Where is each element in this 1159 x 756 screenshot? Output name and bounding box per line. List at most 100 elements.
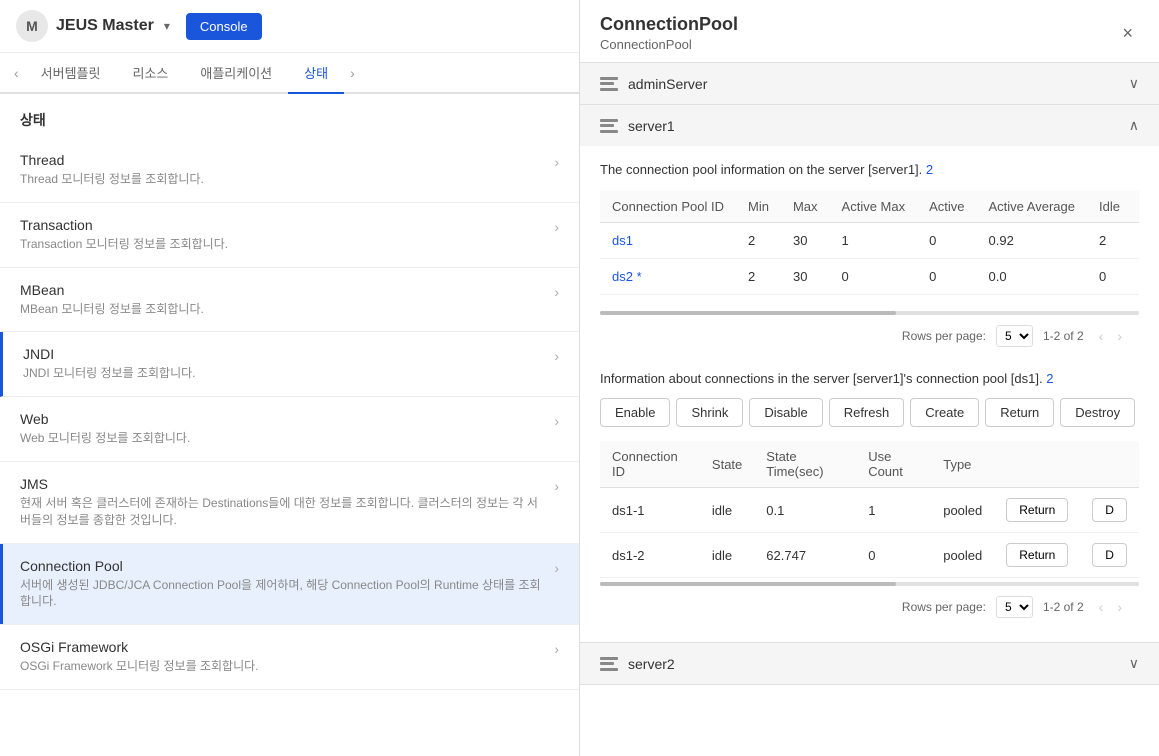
menu-item-mbean[interactable]: MBean MBean 모니터링 정보를 조회합니다. › — [0, 268, 579, 333]
menu-item-osgi-arrow: › — [554, 641, 559, 657]
menu-item-web[interactable]: Web Web 모니터링 정보를 조회합니다. › — [0, 397, 579, 462]
pool-info-count: 2 — [926, 162, 933, 177]
conn-d-button-ds1-1[interactable]: D — [1092, 498, 1127, 522]
return-button[interactable]: Return — [985, 398, 1054, 427]
pool-d-ds1: 0 — [1132, 223, 1139, 259]
menu-item-osgi[interactable]: OSGi Framework OSGi Framework 모니터링 정보를 조… — [0, 625, 579, 690]
conn-type-ds1-2: pooled — [931, 533, 994, 578]
menu-item-jndi-arrow: › — [554, 348, 559, 364]
section-title: 상태 — [0, 94, 579, 138]
conn-state-ds1-1: idle — [700, 488, 754, 533]
nav-prev-arrow[interactable]: ‹ — [8, 57, 25, 89]
server-name-server1: server1 — [628, 118, 675, 134]
shrink-button[interactable]: Shrink — [676, 398, 743, 427]
chevron-down-icon-admin: ∨ — [1129, 75, 1139, 92]
menu-item-thread-arrow: › — [554, 154, 559, 170]
menu-item-jms[interactable]: JMS 현재 서버 혹은 클러스터에 존재하는 Destinations들에 대… — [0, 462, 579, 544]
conn-page-size-select[interactable]: 5 — [996, 596, 1033, 618]
pool-page-size-select[interactable]: 5 — [996, 325, 1033, 347]
right-header: ConnectionPool ConnectionPool × — [580, 0, 1159, 63]
connection-info-text: Information about connections in the ser… — [600, 371, 1139, 386]
table-row: ds1-2 idle 62.747 0 pooled Return D — [600, 533, 1139, 578]
left-panel: M JEUS Master ▾ Console ‹ 서버템플릿 리소스 애플리케… — [0, 0, 580, 756]
pool-info-text: The connection pool information on the s… — [600, 162, 1139, 177]
menu-item-jndi[interactable]: JNDI JNDI 모니터링 정보를 조회합니다. › — [0, 332, 579, 397]
right-panel: ConnectionPool ConnectionPool × adminSer… — [580, 0, 1159, 756]
pool-d-ds2: 0 — [1132, 259, 1139, 295]
connection-info-count: 2 — [1046, 371, 1053, 386]
server-header-server2[interactable]: server2 ∨ — [580, 643, 1159, 684]
menu-item-connection-pool-title: Connection Pool — [20, 558, 546, 574]
menu-item-connection-pool-desc: 서버에 생성된 JDBC/JCA Connection Pool을 제어하며, … — [20, 577, 546, 611]
conn-use-count-ds1-2: 0 — [856, 533, 931, 578]
server-body-server1: The connection pool information on the s… — [580, 146, 1159, 642]
conn-use-count-ds1-1: 1 — [856, 488, 931, 533]
conn-d-button-ds1-2[interactable]: D — [1092, 543, 1127, 567]
col-min: Min — [736, 191, 781, 223]
top-bar: M JEUS Master ▾ Console — [0, 0, 579, 53]
server-header-server1[interactable]: server1 ∧ — [580, 105, 1159, 146]
right-subtitle: ConnectionPool — [600, 37, 738, 52]
pool-active-max-ds2: 0 — [830, 259, 918, 295]
menu-item-transaction-arrow: › — [554, 219, 559, 235]
enable-button[interactable]: Enable — [600, 398, 670, 427]
create-button[interactable]: Create — [910, 398, 979, 427]
app-logo: M — [16, 10, 48, 42]
close-button[interactable]: × — [1116, 21, 1139, 46]
tab-application[interactable]: 애플리케이션 — [184, 53, 288, 94]
menu-item-thread[interactable]: Thread Thread 모니터링 정보를 조회합니다. › — [0, 138, 579, 203]
disable-button[interactable]: Disable — [749, 398, 822, 427]
menu-item-jms-arrow: › — [554, 478, 559, 494]
col-connection-pool-id: Connection Pool ID — [600, 191, 736, 223]
destroy-button[interactable]: Destroy — [1060, 398, 1135, 427]
server-section-admin: adminServer ∨ — [580, 63, 1159, 105]
conn-state-time-ds1-2: 62.747 — [754, 533, 856, 578]
menu-item-thread-title: Thread — [20, 152, 546, 168]
pool-idle-ds2: 0 — [1087, 259, 1132, 295]
menu-item-mbean-arrow: › — [554, 284, 559, 300]
menu-item-jndi-title: JNDI — [23, 346, 546, 362]
tab-resources[interactable]: 리소스 — [116, 53, 184, 94]
conn-next-page-button[interactable]: › — [1112, 597, 1127, 617]
conn-id-ds1-2: ds1-2 — [600, 533, 700, 578]
conn-rows-per-page-label: Rows per page: — [902, 600, 986, 614]
conn-page-info: 1-2 of 2 — [1043, 600, 1084, 614]
conn-table-footer: Rows per page: 5 1-2 of 2 ‹ › — [600, 588, 1139, 626]
pool-prev-page-button[interactable]: ‹ — [1094, 326, 1109, 346]
conn-id-ds1-1: ds1-1 — [600, 488, 700, 533]
action-buttons: Enable Shrink Disable Refresh Create Ret… — [600, 398, 1139, 427]
conn-prev-page-button[interactable]: ‹ — [1094, 597, 1109, 617]
dropdown-icon[interactable]: ▾ — [164, 19, 170, 33]
tab-status[interactable]: 상태 — [288, 53, 344, 94]
menu-item-transaction-desc: Transaction 모니터링 정보를 조회합니다. — [20, 236, 546, 253]
pool-id-ds1[interactable]: ds1 — [612, 233, 633, 248]
server-icon-server1 — [600, 119, 618, 133]
conn-return-button-ds1-2[interactable]: Return — [1006, 543, 1068, 567]
pool-next-page-button[interactable]: › — [1112, 326, 1127, 346]
pool-page-nav: ‹ › — [1094, 326, 1127, 346]
tab-server-template[interactable]: 서버템플릿 — [25, 53, 117, 94]
console-button[interactable]: Console — [186, 13, 262, 40]
pool-table: Connection Pool ID Min Max Active Max Ac… — [600, 191, 1139, 295]
col-return-action — [994, 441, 1080, 488]
conn-return-button-ds1-1[interactable]: Return — [1006, 498, 1068, 522]
refresh-button[interactable]: Refresh — [829, 398, 905, 427]
right-title: ConnectionPool — [600, 14, 738, 35]
col-active: Active — [917, 191, 976, 223]
pool-id-ds2[interactable]: ds2 * — [612, 269, 642, 284]
connection-section: Information about connections in the ser… — [600, 355, 1139, 626]
col-max: Max — [781, 191, 830, 223]
conn-state-time-ds1-1: 0.1 — [754, 488, 856, 533]
server-header-admin[interactable]: adminServer ∨ — [580, 63, 1159, 104]
menu-item-transaction[interactable]: Transaction Transaction 모니터링 정보를 조회합니다. … — [0, 203, 579, 268]
pool-active-max-ds1: 1 — [830, 223, 918, 259]
col-connection-id: Connection ID — [600, 441, 700, 488]
app-title: JEUS Master — [56, 17, 154, 35]
active-indicator — [0, 544, 3, 625]
menu-item-connection-pool[interactable]: Connection Pool 서버에 생성된 JDBC/JCA Connect… — [0, 544, 579, 626]
nav-next-arrow[interactable]: › — [344, 57, 361, 89]
col-d: D — [1132, 191, 1139, 223]
table-row: ds1 2 30 1 0 0.92 2 0 — [600, 223, 1139, 259]
connection-table: Connection ID State State Time(sec) Use … — [600, 441, 1139, 578]
menu-item-web-arrow: › — [554, 413, 559, 429]
